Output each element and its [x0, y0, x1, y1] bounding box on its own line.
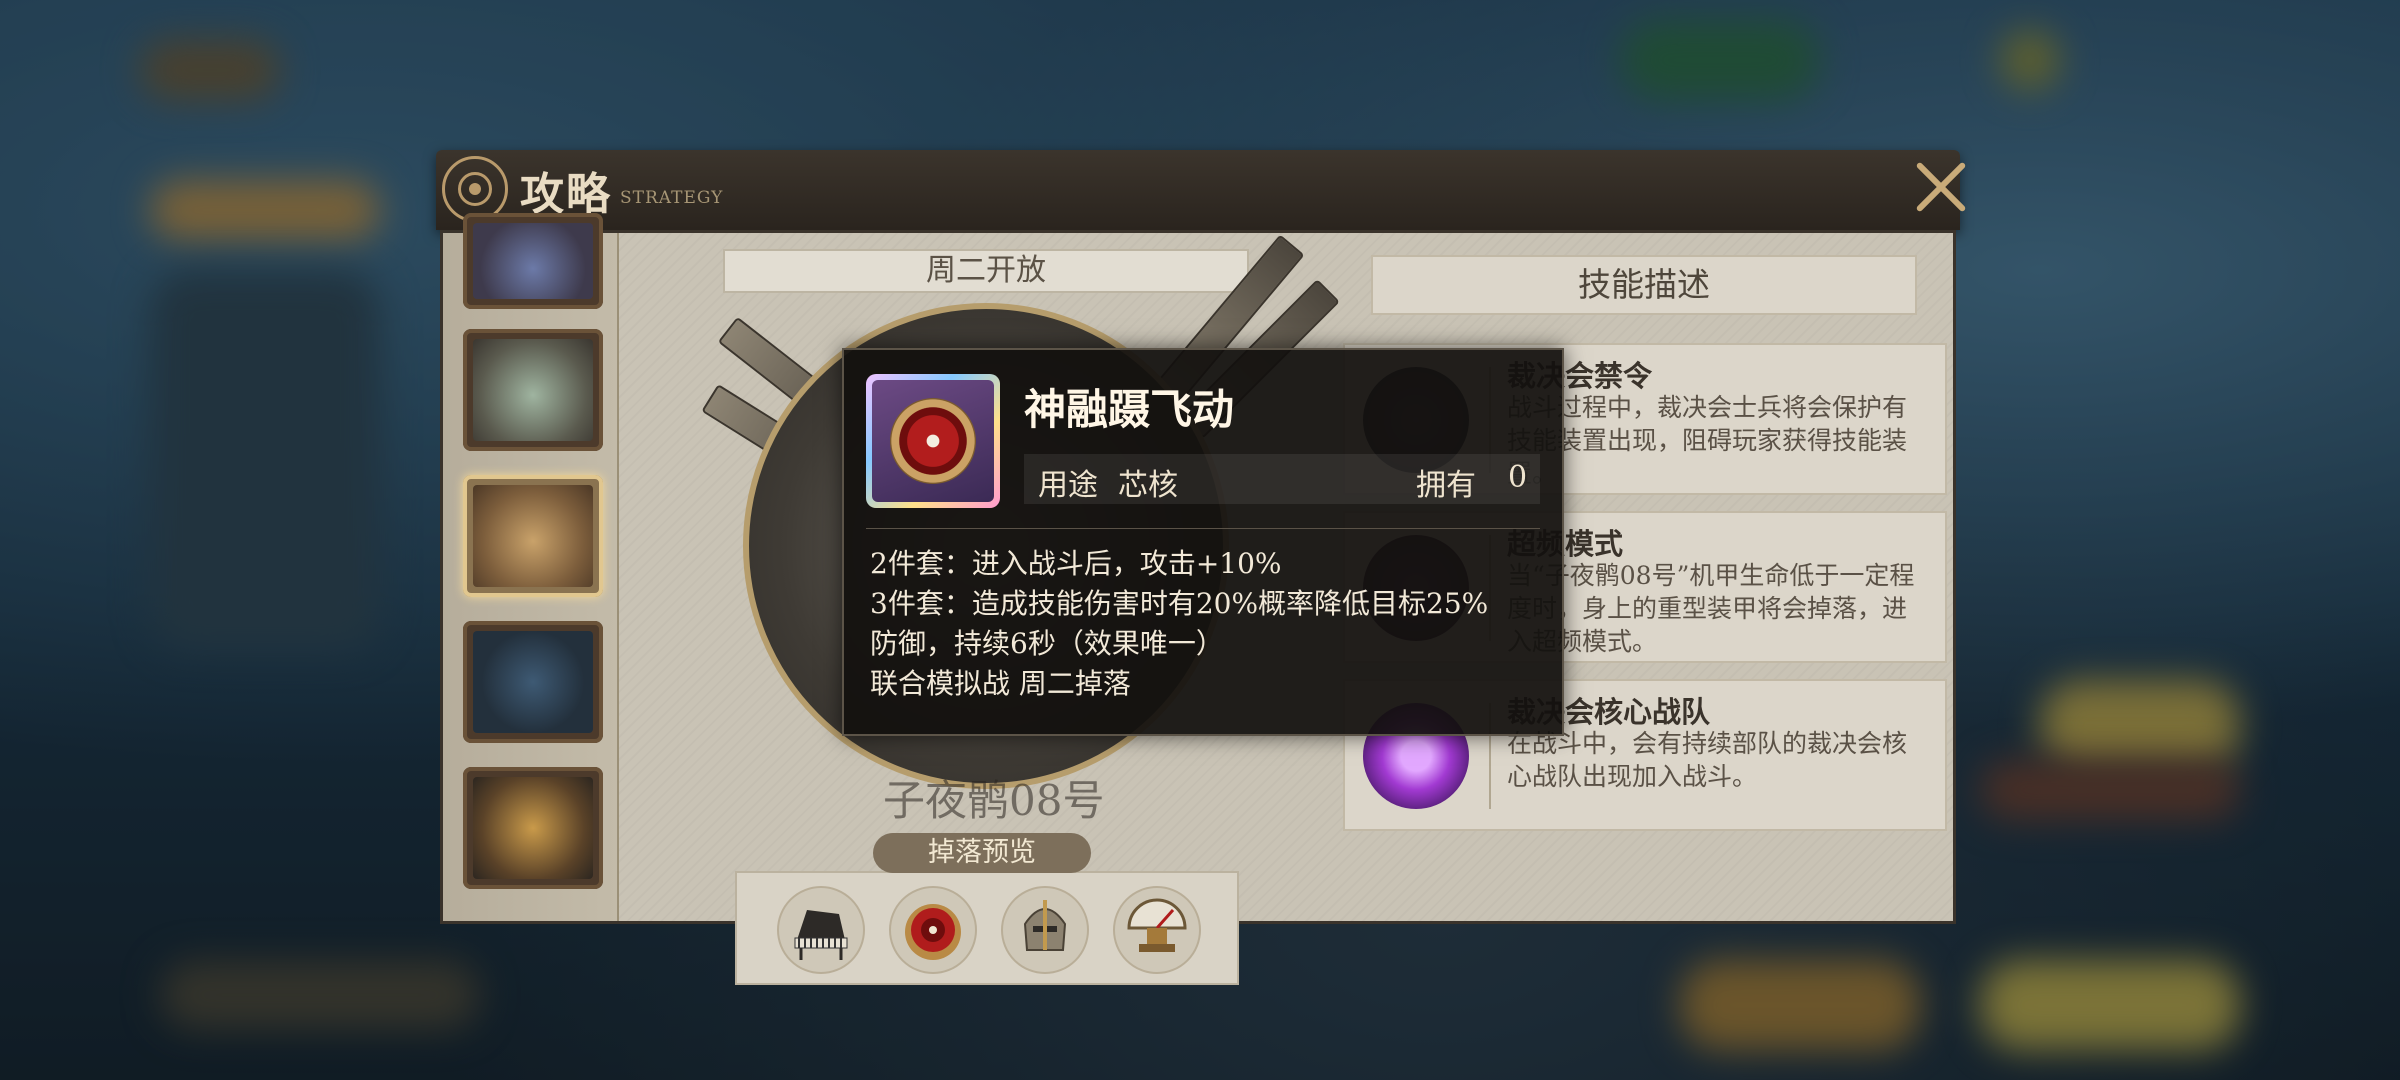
- boss-slot-5[interactable]: [463, 767, 603, 889]
- skill-desc: 当“子夜鹘08号”机甲生命低于一定程度时，身上的重型装甲将会掉落，进入超频模式。: [1507, 561, 1915, 656]
- boss-slot-2[interactable]: [463, 329, 603, 451]
- boss-list: [443, 213, 619, 921]
- boss-portrait: [473, 485, 593, 587]
- boss-slot-1[interactable]: [463, 213, 603, 309]
- piano-icon[interactable]: [777, 886, 865, 974]
- skill-description-header: 技能描述: [1371, 255, 1917, 315]
- red-core-icon[interactable]: [889, 886, 977, 974]
- item-name: 神融蹑飞动: [1024, 385, 1235, 434]
- set-bonus-3-cont: 防御，持续6秒（效果唯一）: [870, 627, 1224, 660]
- own-label: 拥有: [1416, 468, 1476, 503]
- boss-slot-3-selected[interactable]: [463, 475, 603, 597]
- set-bonus-3: 3件套：造成技能伤害时有20%概率降低目标25%: [870, 587, 1489, 620]
- boss-portrait: [473, 631, 593, 733]
- drop-preview-box: [735, 871, 1239, 985]
- use-label: 用途: [1038, 468, 1098, 503]
- core-gear-icon: [890, 398, 976, 484]
- item-tooltip: 神融蹑飞动 用途 芯核 拥有 0 2件套：进入战斗后，攻击+10% 3件套：造成…: [842, 348, 1564, 736]
- open-day-bar: 周二开放: [723, 249, 1249, 293]
- drop-source: 联合模拟战 周二掉落: [870, 667, 1131, 700]
- item-frame: [866, 374, 1000, 508]
- close-icon[interactable]: [1904, 152, 1976, 224]
- boss-name: 子夜鹘08号: [883, 776, 1105, 825]
- panel-subtitle: STRATEGY: [620, 188, 724, 208]
- drop-preview-tab: 掉落预览: [873, 833, 1091, 873]
- item-meta-bar: 用途 芯核 拥有 0: [1024, 454, 1540, 504]
- panel-header: 攻略 STRATEGY: [436, 150, 1960, 230]
- helmet-icon[interactable]: [1001, 886, 1089, 974]
- use-value: 芯核: [1118, 468, 1178, 503]
- set-bonus-2: 2件套：进入战斗后，攻击+10%: [870, 547, 1282, 580]
- boss-portrait: [473, 339, 593, 441]
- gauge-icon[interactable]: [1113, 886, 1201, 974]
- boss-slot-4[interactable]: [463, 621, 603, 743]
- own-value: 0: [1508, 460, 1528, 495]
- boss-portrait: [473, 777, 593, 879]
- skill-desc: 战斗过程中，裁决会士兵将会保护有技能装置出现，阻碍玩家获得技能装置。: [1507, 393, 1908, 488]
- boss-portrait: [473, 223, 593, 299]
- tooltip-divider: [866, 528, 1540, 529]
- skill-desc: 在战斗中，会有持续部队的裁决会核心战队出现加入战斗。: [1507, 729, 1908, 791]
